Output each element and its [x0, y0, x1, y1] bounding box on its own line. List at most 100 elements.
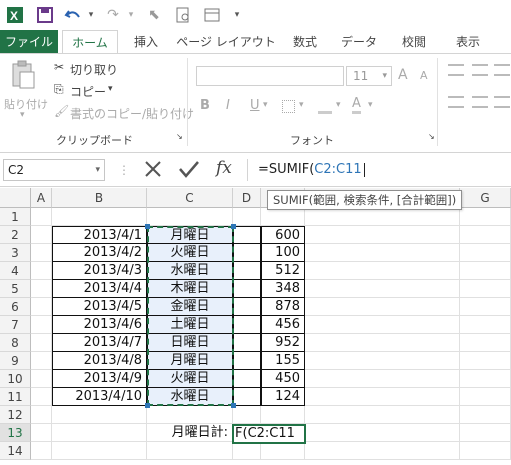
- cell[interactable]: [460, 316, 511, 334]
- cell-summary-label[interactable]: 月曜日計:: [147, 424, 233, 442]
- cell[interactable]: [233, 334, 261, 352]
- cell[interactable]: [305, 442, 460, 460]
- cell-value[interactable]: 155: [261, 352, 305, 370]
- tab-page-layout[interactable]: ページ レイアウト: [176, 30, 276, 54]
- cell[interactable]: [305, 262, 460, 280]
- cell-value[interactable]: 348: [261, 280, 305, 298]
- column-header-c[interactable]: C: [147, 188, 233, 208]
- cell[interactable]: [31, 352, 52, 370]
- paste-dropdown-icon[interactable]: ▾: [20, 110, 25, 120]
- cell[interactable]: [460, 424, 511, 442]
- select-all-corner[interactable]: [0, 188, 31, 208]
- cell[interactable]: [52, 406, 147, 424]
- cell[interactable]: [52, 208, 147, 226]
- cell[interactable]: [305, 424, 460, 442]
- column-header-d[interactable]: D: [233, 188, 261, 208]
- fill-color-dropdown-icon[interactable]: ▾: [336, 100, 341, 110]
- cell[interactable]: [261, 208, 305, 226]
- italic-button[interactable]: I: [226, 98, 230, 113]
- cancel-icon[interactable]: [143, 159, 163, 182]
- open-icon[interactable]: [203, 6, 221, 24]
- cell-value[interactable]: 450: [261, 370, 305, 388]
- cell[interactable]: [233, 442, 261, 460]
- row-header-13[interactable]: 13: [0, 424, 31, 442]
- row-header-6[interactable]: 6: [0, 298, 31, 316]
- cell[interactable]: [460, 280, 511, 298]
- range-handle-top-right[interactable]: [231, 224, 236, 229]
- fill-color-icon[interactable]: [318, 98, 332, 114]
- cell[interactable]: [460, 262, 511, 280]
- cell[interactable]: [305, 316, 460, 334]
- cell[interactable]: [460, 208, 511, 226]
- row-header-9[interactable]: 9: [0, 352, 31, 370]
- name-box[interactable]: C2 ▾: [3, 159, 105, 181]
- cell[interactable]: [233, 226, 261, 244]
- cell-date[interactable]: 2013/4/5: [52, 298, 147, 316]
- cell[interactable]: [31, 244, 52, 262]
- cell[interactable]: [460, 406, 511, 424]
- align-center-icon[interactable]: [472, 96, 488, 108]
- enter-icon[interactable]: [178, 159, 200, 182]
- bold-button[interactable]: B: [200, 98, 210, 113]
- pointer-mode-icon[interactable]: ⬉: [145, 6, 163, 24]
- cell[interactable]: [305, 208, 460, 226]
- cell-date[interactable]: 2013/4/4: [52, 280, 147, 298]
- tab-file[interactable]: ファイル: [0, 30, 58, 54]
- cell[interactable]: [233, 388, 261, 406]
- cell[interactable]: [460, 334, 511, 352]
- cell-date[interactable]: 2013/4/7: [52, 334, 147, 352]
- cut-icon[interactable]: ✂: [54, 60, 64, 74]
- font-color-icon[interactable]: A: [352, 97, 361, 114]
- font-name-combo[interactable]: [196, 66, 344, 86]
- cell[interactable]: [147, 406, 233, 424]
- cell[interactable]: [233, 208, 261, 226]
- cell[interactable]: [305, 280, 460, 298]
- column-header-a[interactable]: A: [31, 188, 52, 208]
- cell[interactable]: [31, 226, 52, 244]
- cell-date[interactable]: 2013/4/1: [52, 226, 147, 244]
- active-cell-e13[interactable]: F(C2:C11: [232, 424, 306, 444]
- cell[interactable]: [31, 424, 52, 442]
- borders-dropdown-icon[interactable]: ▾: [299, 100, 304, 110]
- cell[interactable]: [233, 244, 261, 262]
- align-right-icon[interactable]: [494, 96, 510, 108]
- range-handle-top-left[interactable]: [145, 224, 150, 229]
- row-header-4[interactable]: 4: [0, 262, 31, 280]
- undo-icon[interactable]: [64, 6, 82, 24]
- grow-font-button[interactable]: A: [398, 67, 408, 83]
- cell[interactable]: [261, 406, 305, 424]
- copy-dropdown-icon[interactable]: ▾: [108, 84, 113, 94]
- cell[interactable]: [305, 298, 460, 316]
- cell-value[interactable]: 100: [261, 244, 305, 262]
- name-box-dropdown-icon[interactable]: ▾: [95, 160, 100, 180]
- cell-value[interactable]: 456: [261, 316, 305, 334]
- cell[interactable]: [460, 298, 511, 316]
- align-bottom-icon[interactable]: [494, 64, 510, 76]
- font-size-combo[interactable]: 11 ▾: [346, 66, 392, 86]
- font-color-dropdown-icon[interactable]: ▾: [368, 100, 373, 110]
- cell[interactable]: [460, 352, 511, 370]
- redo-icon[interactable]: ↷: [104, 6, 122, 24]
- cell[interactable]: [31, 298, 52, 316]
- cell[interactable]: [460, 244, 511, 262]
- range-handle-bottom-right[interactable]: [231, 403, 236, 408]
- save-icon[interactable]: [36, 6, 54, 24]
- column-header-g[interactable]: G: [460, 188, 511, 208]
- borders-icon[interactable]: [282, 100, 295, 113]
- copy-icon[interactable]: ⎘: [54, 82, 64, 97]
- cell[interactable]: [31, 388, 52, 406]
- cell[interactable]: [305, 244, 460, 262]
- cell[interactable]: [233, 406, 261, 424]
- row-header-2[interactable]: 2: [0, 226, 31, 244]
- formula-input[interactable]: =SUMIF(C2:C11: [247, 159, 511, 181]
- tab-data[interactable]: データ: [336, 30, 382, 54]
- row-header-3[interactable]: 3: [0, 244, 31, 262]
- cell[interactable]: [305, 406, 460, 424]
- underline-button[interactable]: U: [250, 98, 260, 113]
- font-dialog-launcher-icon[interactable]: ↘: [428, 132, 435, 141]
- cell[interactable]: [305, 226, 460, 244]
- cut-button[interactable]: 切り取り: [70, 61, 118, 78]
- redo-dropdown-icon[interactable]: ▾: [122, 6, 140, 24]
- paste-icon[interactable]: [10, 60, 36, 90]
- paste-button[interactable]: 貼り付け: [4, 96, 48, 112]
